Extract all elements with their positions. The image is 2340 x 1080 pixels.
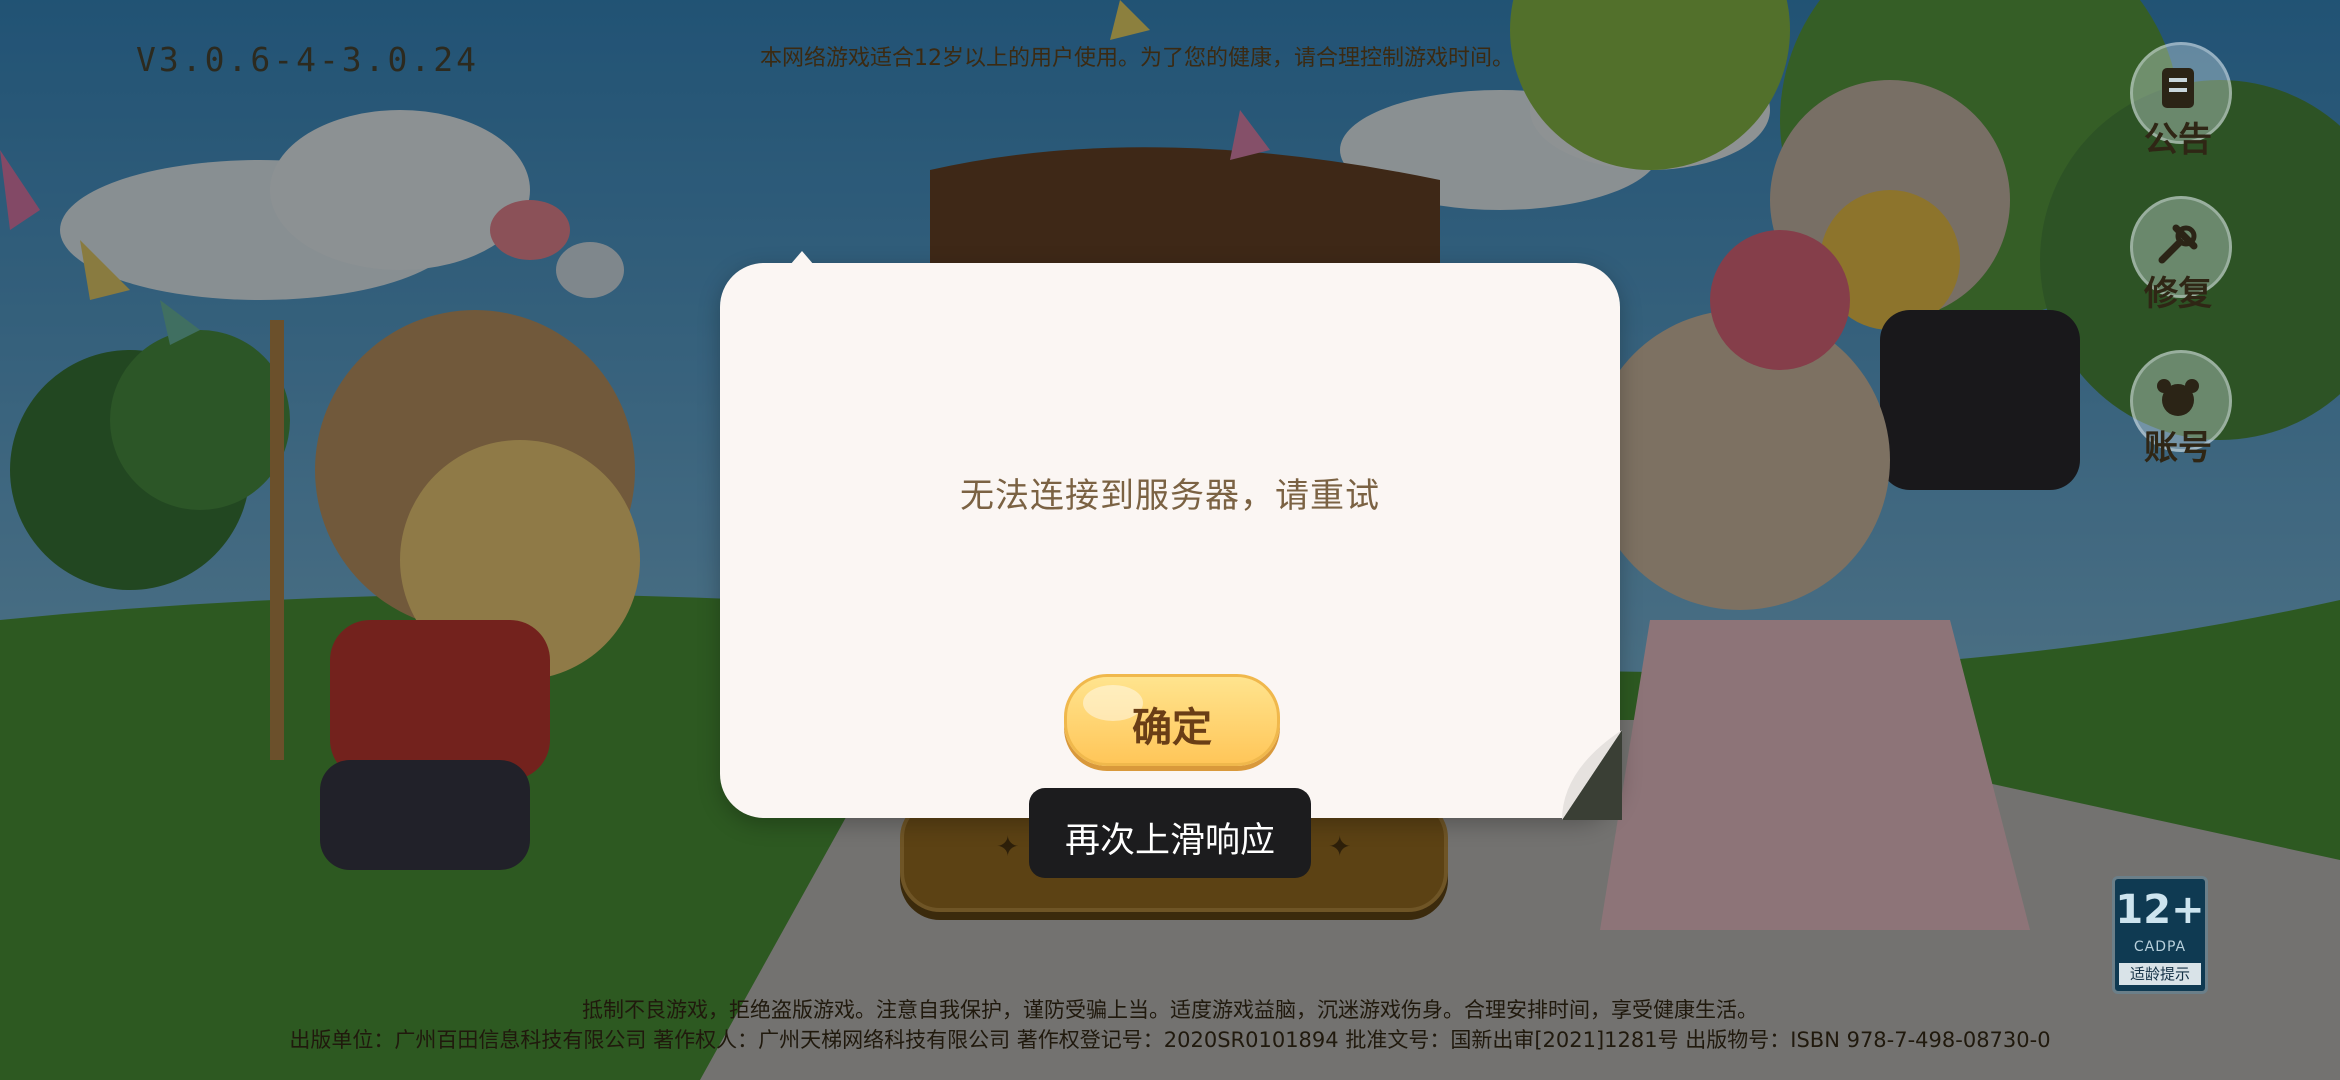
dialog-notch bbox=[790, 251, 814, 265]
account-button[interactable]: 账号 bbox=[2128, 350, 2232, 480]
confirm-button-label: 确定 bbox=[1132, 705, 1212, 751]
sparkle-icon: ✦ bbox=[996, 830, 1020, 863]
repair-label: 修复 bbox=[2144, 274, 2212, 314]
repair-button[interactable]: 修复 bbox=[2128, 196, 2232, 326]
version-label: V3.0.6-4-3.0.24 bbox=[136, 40, 480, 79]
sparkle-icon: ✦ bbox=[1328, 830, 1352, 863]
notice-icon bbox=[2162, 68, 2194, 108]
age-rating-tip: 适龄提示 bbox=[2119, 963, 2201, 985]
health-advice-text: 抵制不良游戏，拒绝盗版游戏。注意自我保护，谨防受骗上当。适度游戏益脑，沉迷游戏伤… bbox=[582, 998, 1758, 1022]
error-dialog: 无法连接到服务器，请重试 确定 bbox=[720, 251, 1622, 820]
confirm-button[interactable]: 确定 bbox=[1064, 674, 1280, 766]
bear-avatar-icon bbox=[2157, 379, 2199, 416]
swipe-toast: 再次上滑响应 bbox=[1029, 788, 1311, 878]
toast-text: 再次上滑响应 bbox=[1064, 821, 1275, 861]
account-label: 账号 bbox=[2144, 428, 2212, 468]
health-notice: 本网络游戏适合12岁以上的用户使用。为了您的健康，请合理控制游戏时间。 bbox=[760, 46, 1514, 71]
age-rating-value: 12+ bbox=[2115, 887, 2205, 933]
error-message: 无法连接到服务器，请重试 bbox=[960, 476, 1380, 516]
age-rating-org: CADPA bbox=[2133, 939, 2187, 955]
announcement-label: 公告 bbox=[2144, 120, 2212, 160]
publisher-info-text: 出版单位：广州百田信息科技有限公司 著作权人：广州天梯网络科技有限公司 著作权登… bbox=[289, 1028, 2051, 1052]
page-curl-decoration bbox=[1562, 730, 1622, 820]
age-rating-badge[interactable]: 12+ CADPA 适龄提示 bbox=[2112, 876, 2208, 994]
wrench-icon bbox=[2158, 224, 2198, 264]
announcement-button[interactable]: 公告 bbox=[2128, 42, 2232, 172]
